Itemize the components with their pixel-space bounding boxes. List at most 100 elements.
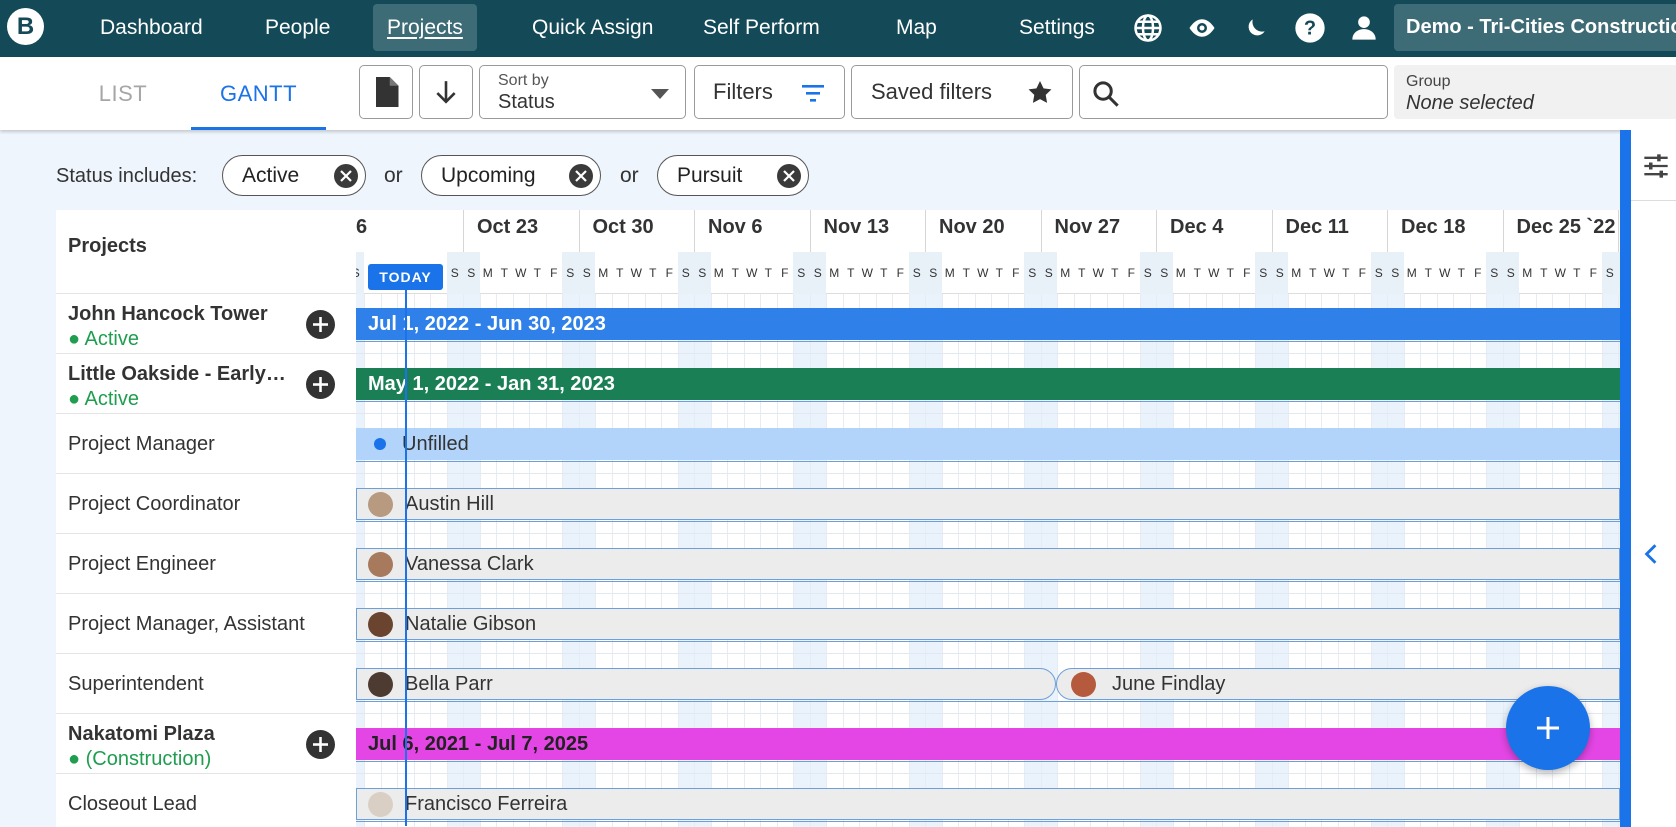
add-role-button[interactable] [306,730,335,759]
day-label: T [1424,266,1432,280]
day-label: S [925,252,942,294]
nav-projects[interactable]: Projects [373,4,477,51]
gantt-chart: 6 Oct 23 Oct 30 Nov 6 Nov 13 Nov 20 Nov 27 Dec … [356,210,1620,827]
toolbar: LIST GANTT Sort by Status Filters Saved … [0,57,1676,130]
gantt-grid: Jul 1, 2022 - Jun 30, 2023 May 1, 2022 -… [356,294,1620,827]
role-row[interactable]: Superintendent [56,654,356,714]
download-button[interactable] [419,65,473,119]
day-label: M [713,266,724,280]
week-separator [1156,210,1157,252]
saved-filters-button[interactable]: Saved filters [851,65,1073,119]
project-name[interactable]: Little Oakside - Early… [68,363,286,386]
week-label: Dec 18 [1401,216,1466,238]
project-name[interactable]: Nakatomi Plaza [68,723,215,746]
document-icon [376,77,399,107]
assignment-bar[interactable]: Francisco Ferreira [356,788,1620,820]
export-button[interactable] [359,65,413,119]
arrow-down-icon [436,81,456,104]
role-row[interactable]: Closeout Lead [56,774,356,827]
close-icon[interactable] [777,164,801,188]
avatar [368,672,393,697]
filters-button[interactable]: Filters [694,65,845,119]
group-select[interactable]: Group None selected [1394,65,1676,119]
project-row[interactable]: Nakatomi Plaza ● (Construction) [56,714,356,774]
project-row[interactable]: Little Oakside - Early… ● Active [56,354,356,414]
project-timeline-bar[interactable]: Jul 1, 2022 - Jun 30, 2023 [356,308,1620,340]
projects-header: Projects [56,210,356,294]
week-separator [463,210,464,252]
assignment-bar[interactable]: Natalie Gibson [356,608,1620,640]
project-row[interactable]: John Hancock Tower ● Active [56,294,356,354]
project-timeline-bar[interactable]: Jul 6, 2021 - Jul 7, 2025 [356,728,1620,760]
tab-gantt[interactable]: GANTT [191,57,326,130]
today-badge: TODAY [368,264,443,290]
user-icon[interactable] [1346,10,1382,46]
close-icon[interactable] [334,164,358,188]
sort-select[interactable]: Sort by Status [479,65,686,119]
day-label: F [896,266,904,280]
assignment-bar[interactable]: Bella Parr [356,668,1056,700]
search-field[interactable] [1079,65,1388,119]
role-row[interactable]: Project Coordinator [56,474,356,534]
search-input[interactable] [1130,76,1380,108]
week-label: Oct 30 [592,216,654,238]
or-separator: or [384,164,403,187]
add-role-button[interactable] [306,310,335,339]
day-label: S [1601,252,1618,294]
nav-quick-assign[interactable]: Quick Assign [518,4,667,51]
week-separator [1387,210,1388,252]
nav-self-perform[interactable]: Self Perform [689,4,834,51]
unfilled-label: Unfilled [402,433,469,455]
nav-dashboard[interactable]: Dashboard [86,4,217,51]
project-timeline-bar[interactable]: May 1, 2022 - Jan 31, 2023 [356,368,1620,400]
organization-selector[interactable]: Demo - Tri-Cities Construction [1394,4,1676,51]
add-fab-button[interactable] [1506,686,1590,770]
unfilled-assignment[interactable]: Unfilled [356,428,1620,460]
add-role-button[interactable] [306,370,335,399]
assignee-name: Natalie Gibson [405,613,537,635]
day-label: M [1406,266,1417,280]
project-name[interactable]: John Hancock Tower [68,303,268,326]
eye-icon[interactable] [1184,10,1220,46]
row-subline [356,353,1620,354]
role-row[interactable]: Project Manager [56,414,356,474]
assignee-name: June Findlay [1112,673,1226,695]
nav-people[interactable]: People [251,4,344,51]
day-label: M [829,266,840,280]
moon-icon[interactable] [1238,10,1274,46]
globe-icon[interactable] [1130,10,1166,46]
tab-list[interactable]: LIST [70,57,176,130]
day-label: T [731,266,739,280]
day-label: S [1502,252,1519,294]
day-label: T [995,266,1003,280]
day-label: S [1486,252,1503,294]
day-label: T [880,266,888,280]
assignment-bar[interactable]: Austin Hill [356,488,1620,520]
role-row[interactable]: Project Manager, Assistant [56,594,356,654]
row-divider [356,821,1620,822]
day-label: S [356,252,364,294]
app-logo[interactable]: B [7,8,44,45]
row-subline [356,653,1620,654]
row-divider [356,521,1620,522]
day-label: S [908,252,925,294]
day-label: F [665,266,673,280]
role-row[interactable]: Project Engineer [56,534,356,594]
chip-label: Upcoming [441,164,536,187]
day-label: M [482,266,493,280]
day-label: S [1271,252,1288,294]
role-name: Project Engineer [68,553,216,575]
side-panel-edge[interactable] [1620,130,1631,827]
close-icon[interactable] [569,164,593,188]
saved-filters-label: Saved filters [871,79,993,104]
filter-icon [802,85,824,102]
assignment-bar[interactable]: Vanessa Clark [356,548,1620,580]
tune-icon[interactable] [1642,152,1670,180]
chevron-left-icon[interactable] [1643,543,1659,565]
day-label: M [598,266,609,280]
role-name: Superintendent [68,673,204,695]
help-icon[interactable]: ? [1292,10,1328,46]
star-icon [1028,81,1052,103]
nav-map[interactable]: Map [882,4,951,51]
nav-settings[interactable]: Settings [1005,4,1109,51]
